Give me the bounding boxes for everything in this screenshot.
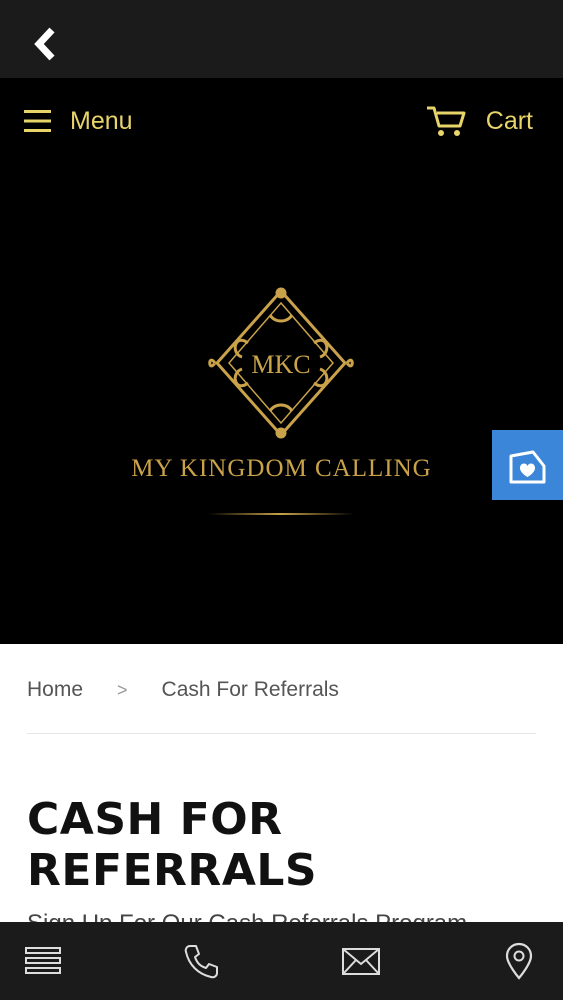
back-button[interactable] — [22, 20, 70, 68]
list-icon — [25, 947, 61, 974]
breadcrumb-current: Cash For Referrals — [161, 678, 339, 701]
side-floating-tab[interactable] — [492, 430, 563, 500]
cart-icon — [426, 106, 466, 136]
breadcrumb-divider — [27, 733, 536, 734]
location-button[interactable] — [498, 940, 540, 982]
app-top-bar — [0, 0, 563, 78]
breadcrumb-separator: > — [117, 679, 128, 700]
mail-icon — [342, 948, 380, 975]
logo-title: MY KINGDOM CALLING — [131, 455, 432, 482]
heart-envelope-icon — [509, 450, 546, 484]
cart-label: Cart — [485, 106, 533, 135]
page-title: CASH FOR REFERRALS — [27, 794, 318, 896]
breadcrumb: Home > Cash For Referrals — [27, 678, 339, 702]
breadcrumb-home[interactable]: Home — [27, 678, 83, 702]
phone-icon — [184, 945, 218, 979]
crest-emblem: MKC — [208, 287, 354, 439]
mail-button[interactable] — [340, 940, 382, 982]
hamburger-icon — [24, 110, 51, 132]
chevron-left-icon — [34, 27, 55, 61]
list-button[interactable] — [22, 940, 64, 982]
bottom-nav-bar — [0, 922, 563, 1000]
site-header: Menu Cart MKC MY KINGDOM CALLING — [0, 78, 563, 644]
phone-button[interactable] — [180, 940, 222, 982]
logo-monogram: MKC — [251, 350, 310, 379]
site-logo[interactable]: MKC MY KINGDOM CALLING — [130, 283, 433, 523]
main-content: Home > Cash For Referrals CASH FOR REFER… — [0, 644, 563, 937]
logo-divider — [208, 513, 354, 515]
menu-label: Menu — [70, 106, 133, 135]
menu-button[interactable]: Menu — [24, 106, 133, 136]
cart-button[interactable]: Cart — [426, 104, 533, 138]
location-pin-icon — [505, 942, 533, 980]
